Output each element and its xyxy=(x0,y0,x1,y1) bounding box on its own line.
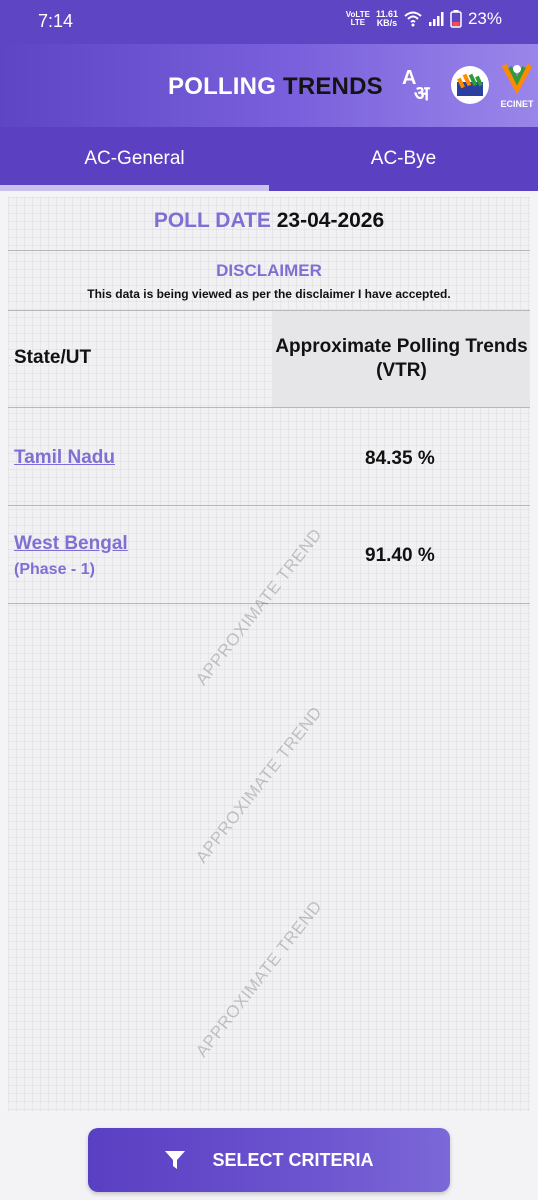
page-title: POLLING TRENDS xyxy=(168,73,383,100)
select-criteria-label: SELECT CRITERIA xyxy=(212,1149,374,1170)
state-link-west-bengal[interactable]: West Bengal xyxy=(14,533,128,555)
status-time: 7:14 xyxy=(38,11,74,31)
select-criteria-button[interactable]: SELECT CRITERIA xyxy=(88,1128,450,1192)
ecinet-logo: ECINET xyxy=(498,61,536,111)
tab-bar: AC-General AC-Bye xyxy=(0,127,538,191)
poll-date-value: 23-04-2026 xyxy=(276,209,385,232)
trend-value: 91.40 % xyxy=(365,545,435,566)
eci-logo-icon xyxy=(451,66,489,104)
disclaimer-text: This data is being viewed as per the dis… xyxy=(87,287,451,301)
tab-ac-general[interactable]: AC-General xyxy=(0,127,269,191)
battery-percent: 23% xyxy=(467,9,502,28)
app-header: POLLING TRENDS A अ ECINET xyxy=(0,44,538,127)
state-phase-label: (Phase - 1) xyxy=(14,561,95,578)
trend-value: 84.35 % xyxy=(365,448,435,469)
volte-indicator: VoLTE LTE xyxy=(345,10,370,27)
status-bar: 7:14 VoLTE LTE 11.61 KB/s 23% xyxy=(0,0,538,44)
signal-icon xyxy=(428,12,444,26)
network-speed: 11.61 KB/s xyxy=(375,9,398,28)
battery-icon xyxy=(450,10,462,28)
divider xyxy=(8,407,530,408)
status-icons: VoLTE LTE 11.61 KB/s 23% xyxy=(346,9,502,29)
column-header-trend: Approximate Polling Trends (VTR) xyxy=(273,311,530,407)
disclaimer-title: DISCLAIMER xyxy=(216,261,322,280)
watermark: APPROXIMATE TREND xyxy=(192,524,326,689)
poll-date-label: POLL DATE xyxy=(153,209,271,232)
tab-ac-bye[interactable]: AC-Bye xyxy=(269,127,538,191)
state-link-tamil-nadu[interactable]: Tamil Nadu xyxy=(14,447,115,469)
watermark: APPROXIMATE TREND xyxy=(192,896,326,1061)
poll-date: POLL DATE 23-04-2026 xyxy=(8,209,530,233)
ecinet-logo-icon xyxy=(501,63,533,95)
language-toggle-icon[interactable]: A अ xyxy=(400,66,438,104)
wifi-icon xyxy=(404,11,422,27)
filter-icon xyxy=(165,1151,186,1169)
svg-text:अ: अ xyxy=(414,81,430,104)
divider xyxy=(8,505,530,506)
content-panel: POLL DATE 23-04-2026 DISCLAIMER This dat… xyxy=(8,197,530,1111)
column-header-state: State/UT xyxy=(14,347,92,368)
divider xyxy=(8,250,530,251)
ecinet-label: ECINET xyxy=(500,99,534,109)
watermark: APPROXIMATE TREND xyxy=(192,702,326,867)
